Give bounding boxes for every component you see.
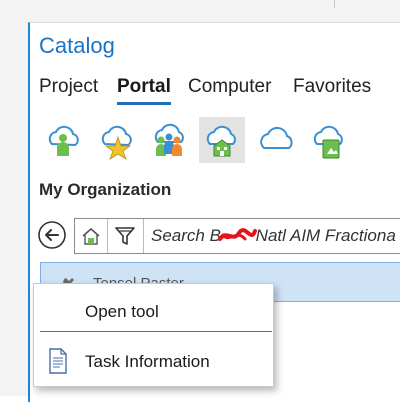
task-information-label: Task Information: [85, 352, 210, 371]
arcgis-online-button[interactable]: [253, 117, 299, 163]
open-tool-label: Open tool: [85, 302, 159, 321]
living-atlas-button[interactable]: [306, 117, 352, 163]
search-text-suffix: Natl AIM Fractiona: [250, 226, 396, 245]
tab-portal[interactable]: Portal: [117, 76, 171, 105]
my-organization-cloud-icon: [206, 125, 236, 157]
context-menu: Open tool Task Information: [33, 283, 274, 387]
tab-project[interactable]: Project: [39, 76, 98, 98]
filter-icon: [115, 227, 135, 245]
section-label: My Organization: [39, 180, 172, 199]
groups-cloud-icon: [154, 123, 184, 156]
my-content-button[interactable]: [40, 117, 86, 163]
home-button[interactable]: [75, 219, 108, 253]
background-window: [0, 0, 400, 22]
pane-title: Catalog: [39, 33, 115, 58]
task-information-menu-item[interactable]: Task Information: [34, 342, 273, 380]
background-window-left: [0, 22, 28, 396]
my-organization-button[interactable]: [199, 117, 245, 163]
my-favorites-button[interactable]: [93, 117, 139, 163]
document-icon: [49, 348, 67, 374]
tab-computer[interactable]: Computer: [188, 76, 271, 98]
tab-favorites[interactable]: Favorites: [293, 76, 371, 98]
open-tool-menu-item[interactable]: Open tool: [34, 292, 273, 330]
favorites-cloud-icon: [101, 125, 132, 160]
arcgis-online-cloud-icon: [260, 126, 293, 149]
my-content-cloud-icon: [48, 125, 79, 156]
living-atlas-cloud-icon: [313, 125, 343, 159]
filter-button[interactable]: [107, 219, 144, 253]
search-text-prefix: Search B: [151, 226, 221, 245]
my-groups-button[interactable]: [146, 117, 192, 163]
back-button[interactable]: [37, 220, 67, 250]
divider: [334, 0, 335, 8]
search-box: Search B Natl AIM Fractiona: [74, 218, 400, 254]
search-input[interactable]: Search B Natl AIM Fractiona: [151, 226, 396, 246]
redaction-scribble: [218, 228, 257, 241]
home-icon: [82, 227, 100, 245]
menu-separator: [40, 331, 272, 332]
